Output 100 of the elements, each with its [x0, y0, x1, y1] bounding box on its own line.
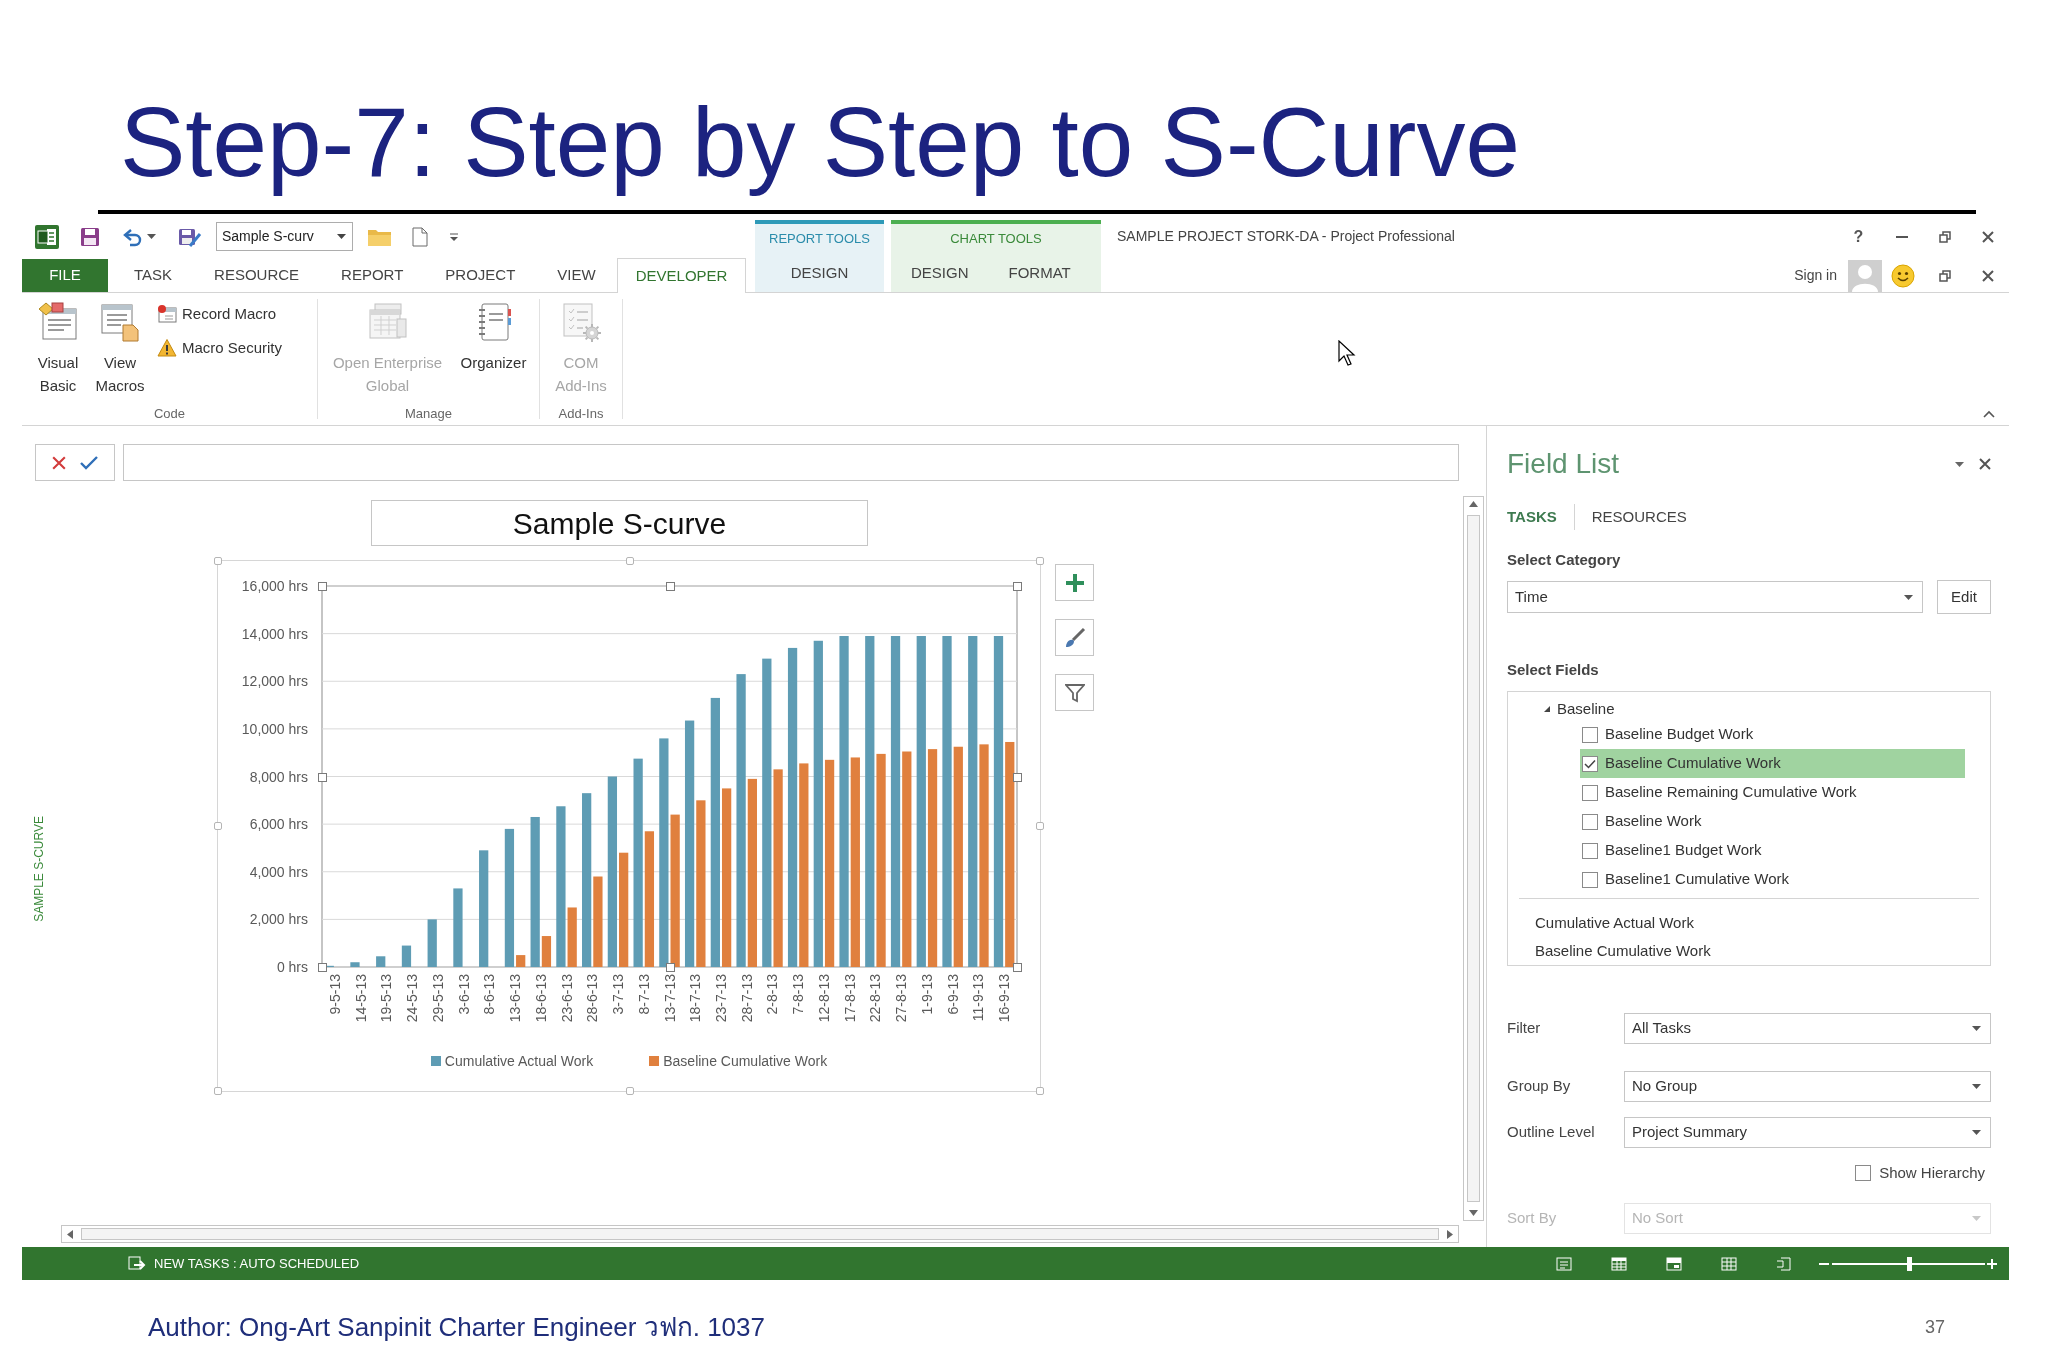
pane-tab[interactable]: TASKS: [1507, 505, 1557, 529]
caret-down-icon: [1972, 1130, 1981, 1135]
checkbox[interactable]: [1582, 842, 1598, 859]
resize-handle[interactable]: [1013, 963, 1022, 972]
ribbon-tab[interactable]: FORMAT: [988, 254, 1091, 292]
sign-in-link[interactable]: Sign in: [1794, 265, 1837, 286]
chart-filters-button[interactable]: [1055, 674, 1094, 711]
ribbon-tab[interactable]: RESOURCE: [193, 259, 321, 292]
chart-elements-button[interactable]: [1055, 564, 1094, 601]
plus-icon: [1063, 571, 1086, 594]
scroll-left-icon: [67, 1229, 73, 1239]
scrollbar-thumb[interactable]: [81, 1228, 1439, 1240]
axis-label: 18-7-13: [687, 974, 704, 1023]
ribbon-tab[interactable]: REPORT: [320, 259, 425, 292]
formula-input[interactable]: [123, 444, 1459, 481]
document-dropdown[interactable]: Sample S-curv: [216, 222, 353, 251]
chart-styles-button[interactable]: [1055, 619, 1094, 656]
task-mode-status[interactable]: NEW TASKS : AUTO SCHEDULED: [154, 1253, 360, 1274]
ribbon-command[interactable]: Organizer: [452, 293, 535, 374]
resize-handle[interactable]: [626, 1087, 634, 1095]
axis-label: 19-5-13: [378, 974, 395, 1023]
minus-icon: [1819, 1262, 1829, 1265]
axis-label: 18-6-13: [532, 974, 549, 1023]
checkbox[interactable]: [1582, 726, 1598, 743]
resize-handle[interactable]: [1036, 822, 1044, 830]
caret-down-icon: [1972, 1216, 1981, 1221]
zoom-out-button[interactable]: [1819, 1262, 1829, 1265]
resize-handle[interactable]: [318, 772, 327, 782]
setting-dropdown[interactable]: All Tasks: [1624, 1013, 1991, 1044]
new-button[interactable]: [412, 226, 428, 247]
ribbon-tab[interactable]: PROJECT: [424, 259, 537, 292]
checkbox[interactable]: [1582, 755, 1598, 772]
help-button[interactable]: ?: [1837, 221, 1880, 252]
enter-button[interactable]: [80, 455, 98, 470]
caret-down-icon: [1904, 594, 1913, 600]
field-row[interactable]: Baseline Work: [1580, 807, 1965, 836]
collapse-ribbon-button[interactable]: [1983, 410, 1995, 418]
feedback-button[interactable]: [1891, 263, 1915, 288]
checkbox[interactable]: [1582, 813, 1598, 830]
resize-handle[interactable]: [214, 557, 222, 565]
resize-handle[interactable]: [318, 582, 327, 591]
slider-thumb[interactable]: [1906, 1256, 1912, 1271]
caret-down-icon: [1972, 1026, 1981, 1031]
cancel-button[interactable]: [52, 455, 66, 470]
ribbon-command[interactable]: Record Macro: [157, 300, 283, 328]
chosen-field[interactable]: Baseline Cumulative Work: [1535, 940, 1979, 962]
checkbox[interactable]: [1582, 871, 1598, 888]
tree-node[interactable]: Baseline: [1543, 698, 1615, 720]
ribbon-tab[interactable]: DEVELOPER: [616, 258, 747, 293]
vertical-scrollbar[interactable]: [1463, 496, 1484, 1221]
bracket-page-icon: [1776, 1256, 1792, 1271]
axis-label: 11-9-13: [970, 974, 987, 1022]
edit-button[interactable]: Edit: [1937, 580, 1991, 614]
field-row[interactable]: Baseline Cumulative Work: [1580, 749, 1965, 778]
undo-button[interactable]: [121, 226, 156, 247]
checkbox[interactable]: [1855, 1165, 1872, 1181]
resize-handle[interactable]: [1013, 772, 1022, 782]
resize-handle[interactable]: [214, 1087, 222, 1095]
chosen-field[interactable]: Cumulative Actual Work: [1535, 912, 1979, 934]
legend-label: Baseline Cumulative Work: [663, 1051, 828, 1071]
resize-handle[interactable]: [1036, 1087, 1044, 1095]
ribbon-command[interactable]: Visual Basic: [30, 293, 86, 397]
resize-handle[interactable]: [214, 822, 222, 830]
setting-dropdown[interactable]: No Group: [1624, 1071, 1991, 1102]
ribbon-tab[interactable]: DESIGN: [776, 254, 863, 292]
category-dropdown[interactable]: Time: [1507, 581, 1923, 613]
pane-menu-button[interactable]: [1955, 461, 1964, 467]
file-tab[interactable]: FILE: [22, 259, 108, 292]
axis-label: 7-8-13: [790, 974, 807, 1015]
ribbon-command[interactable]: View Macros: [92, 293, 148, 397]
resize-handle[interactable]: [318, 963, 327, 972]
zoom-in-button[interactable]: [1987, 1258, 1997, 1269]
scrollbar-thumb[interactable]: [1467, 515, 1480, 1202]
checkbox[interactable]: [1582, 784, 1598, 801]
resize-handle[interactable]: [1036, 557, 1044, 565]
field-row[interactable]: Baseline Remaining Cumulative Work: [1580, 778, 1965, 807]
section-label: Select Fields: [1507, 659, 1599, 680]
ribbon-tab[interactable]: DESIGN: [891, 254, 989, 292]
mouse-pointer-icon: [1338, 340, 1356, 366]
resize-handle[interactable]: [665, 582, 675, 591]
ribbon-command[interactable]: Macro Security: [157, 334, 283, 362]
resize-handle[interactable]: [626, 557, 634, 565]
pane-tab[interactable]: RESOURCES: [1591, 505, 1687, 529]
axis-label: 8-7-13: [635, 974, 652, 1015]
customize-toolbar-button[interactable]: [449, 231, 459, 242]
ribbon-tab[interactable]: TASK: [113, 259, 194, 292]
field-row[interactable]: Baseline Budget Work: [1580, 720, 1965, 749]
field-row[interactable]: Baseline1 Budget Work: [1580, 836, 1965, 865]
save-button[interactable]: [80, 226, 100, 247]
plus-icon: [1987, 1258, 1997, 1269]
field-row[interactable]: Baseline1 Cumulative Work: [1580, 865, 1965, 894]
ribbon-tab[interactable]: VIEW: [536, 259, 617, 292]
resize-handle[interactable]: [665, 963, 675, 972]
chart-area[interactable]: [217, 560, 1041, 1092]
document-list-icon: [99, 301, 141, 343]
report-title-box[interactable]: Sample S-curve: [371, 500, 868, 546]
horizontal-scrollbar[interactable]: [61, 1225, 1459, 1243]
setting-dropdown[interactable]: Project Summary: [1624, 1117, 1991, 1148]
close-button[interactable]: [1979, 458, 1991, 470]
resize-handle[interactable]: [1013, 582, 1022, 591]
